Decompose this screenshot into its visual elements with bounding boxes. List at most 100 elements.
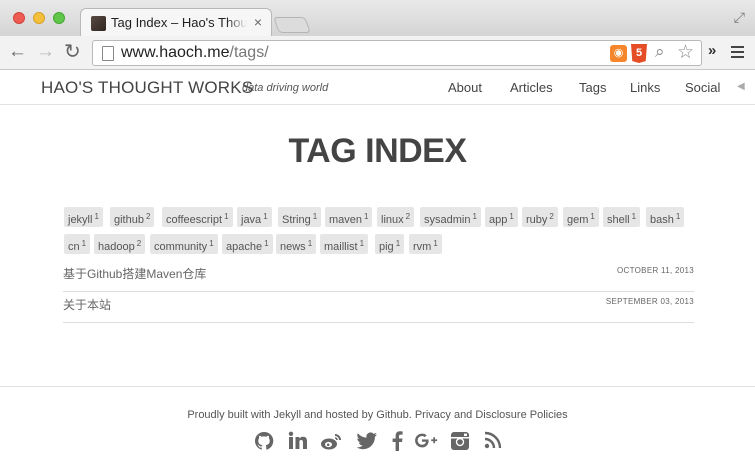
tag-community[interactable]: community 1 xyxy=(150,234,218,254)
browser-tab-active[interactable]: Tag Index – Hao's Thought Works × xyxy=(80,8,272,36)
tag-sysadmin[interactable]: sysadmin 1 xyxy=(420,207,481,227)
tag-count: 1 xyxy=(224,212,229,221)
tag-count: 2 xyxy=(549,212,554,221)
tag-bash[interactable]: bash 1 xyxy=(646,207,685,227)
page-icon xyxy=(102,46,114,61)
browser-toolbar: ← → ↻ www.haoch.me/tags/ ◉ 5 ⌕ ☆ » xyxy=(0,36,755,70)
footer-privacy-link[interactable]: Privacy and Disclosure Policies xyxy=(415,409,568,421)
tag-count: 1 xyxy=(209,239,214,248)
tag-coffeescript[interactable]: coffeescript 1 xyxy=(162,207,233,227)
twitter-icon[interactable] xyxy=(356,431,378,453)
tag-count: 1 xyxy=(263,212,268,221)
tag-count: 1 xyxy=(631,212,637,221)
tag-name: github xyxy=(114,214,144,226)
nav-articles[interactable]: Articles xyxy=(510,80,553,95)
tag-name: pig xyxy=(379,241,394,253)
weibo-icon[interactable] xyxy=(320,431,342,453)
html5-extension-icon[interactable]: 5 xyxy=(631,44,647,63)
tag-name: linux xyxy=(381,214,404,226)
tag-name: shell xyxy=(607,214,630,226)
post-title-link[interactable]: 关于本站 xyxy=(63,296,111,313)
tag-count: 1 xyxy=(364,212,369,221)
github-icon[interactable] xyxy=(253,431,275,453)
tag-maven[interactable]: maven 1 xyxy=(325,207,373,227)
new-tab-button[interactable] xyxy=(273,17,311,33)
site-tagline: data driving world xyxy=(242,82,329,94)
tag-linux[interactable]: linux 2 xyxy=(377,207,415,227)
tag-pig[interactable]: pig 1 xyxy=(375,234,405,254)
tag-gem[interactable]: gem 1 xyxy=(563,207,599,227)
tag-maillist[interactable]: maillist 1 xyxy=(320,234,369,254)
nav-tags[interactable]: Tags xyxy=(579,80,606,95)
tag-shell[interactable]: shell 1 xyxy=(603,207,641,227)
tag-jekyll[interactable]: jekyll 1 xyxy=(64,207,103,227)
bookmark-star-icon[interactable]: ☆ xyxy=(677,41,694,64)
url-path: /tags/ xyxy=(229,44,269,61)
tag-name: news xyxy=(280,241,306,253)
footer-jekyll-link[interactable]: Jekyll xyxy=(274,409,302,421)
post-title-link[interactable]: 基于Github搭建Maven仓库 xyxy=(63,265,206,282)
tag-name: apache xyxy=(226,241,263,253)
back-arrow-icon[interactable]: ← xyxy=(8,42,27,62)
nav-links[interactable]: Links xyxy=(630,80,660,95)
tag-name: jekyll xyxy=(68,214,93,226)
tag-github[interactable]: github 2 xyxy=(110,207,155,227)
site-brand[interactable]: HAO'S THOUGHT WORKS xyxy=(41,78,253,98)
footer-github-link[interactable]: Github xyxy=(376,409,408,421)
tag-news[interactable]: news 1 xyxy=(276,234,317,254)
fullscreen-icon[interactable]: ⤢ xyxy=(734,9,745,26)
reload-icon[interactable]: ↻ xyxy=(64,42,81,62)
tag-app[interactable]: app 1 xyxy=(485,207,518,227)
tag-name: rvm xyxy=(413,241,432,253)
tag-count: 1 xyxy=(509,212,514,221)
nav-about[interactable]: About xyxy=(448,80,482,95)
tag-name: app xyxy=(489,214,508,226)
rss-extension-icon[interactable]: ◉ xyxy=(610,45,627,62)
tag-count: 1 xyxy=(307,239,313,248)
address-bar[interactable]: www.haoch.me/tags/ ◉ 5 ⌕ ☆ xyxy=(92,40,702,66)
tag-count: 1 xyxy=(264,239,269,248)
tag-count: 1 xyxy=(472,212,477,221)
page-title: TAG INDEX xyxy=(288,132,467,170)
tag-count: 1 xyxy=(433,239,438,248)
menu-icon[interactable] xyxy=(731,46,744,58)
window-close-button[interactable] xyxy=(13,12,25,24)
tag-count: 1 xyxy=(590,212,595,221)
tag-count: 2 xyxy=(145,212,151,221)
tag-string[interactable]: String 1 xyxy=(278,207,322,227)
window-minimize-button[interactable] xyxy=(33,12,45,24)
nav-caret-icon[interactable]: ◀ xyxy=(737,81,745,92)
rss-icon[interactable] xyxy=(482,431,504,453)
url-host: www.haoch.me xyxy=(121,44,230,61)
url-text[interactable]: www.haoch.me/tags/ xyxy=(121,44,269,62)
tag-name: String xyxy=(282,214,311,226)
tag-apache[interactable]: apache 1 xyxy=(222,234,273,254)
tag-cn[interactable]: cn 1 xyxy=(64,234,91,254)
tag-ruby[interactable]: ruby 2 xyxy=(522,207,558,227)
tag-name: community xyxy=(154,241,208,253)
tag-name: cn xyxy=(68,241,80,253)
tag-name: bash xyxy=(650,214,674,226)
google-plus-icon[interactable] xyxy=(414,431,438,453)
tag-name: coffeescript xyxy=(166,214,223,226)
extensions-overflow-icon[interactable]: » xyxy=(708,42,716,59)
tag-java[interactable]: java 1 xyxy=(237,207,272,227)
post-date: SEPTEMBER 03, 2013 xyxy=(605,297,694,306)
instagram-icon[interactable] xyxy=(449,431,471,453)
tag-rvm[interactable]: rvm 1 xyxy=(409,234,442,254)
search-extension-icon[interactable]: ⌕ xyxy=(655,42,665,62)
tag-name: gem xyxy=(567,214,589,226)
site-footer: Proudly built with Jekyll and hosted by … xyxy=(0,386,755,472)
post-date: OCTOBER 11, 2013 xyxy=(617,266,694,275)
tag-count: 1 xyxy=(81,239,87,248)
tag-hadoop[interactable]: hadoop 2 xyxy=(94,234,146,254)
linkedin-icon[interactable] xyxy=(287,431,309,453)
tab-close-icon[interactable]: × xyxy=(254,14,262,30)
tag-count: 1 xyxy=(94,212,99,221)
window-maximize-button[interactable] xyxy=(53,12,65,24)
tag-name: maven xyxy=(329,214,363,226)
tag-name: hadoop xyxy=(98,241,135,253)
nav-social[interactable]: Social xyxy=(685,80,720,95)
facebook-icon[interactable] xyxy=(386,431,408,453)
forward-arrow-icon[interactable]: → xyxy=(36,42,55,62)
